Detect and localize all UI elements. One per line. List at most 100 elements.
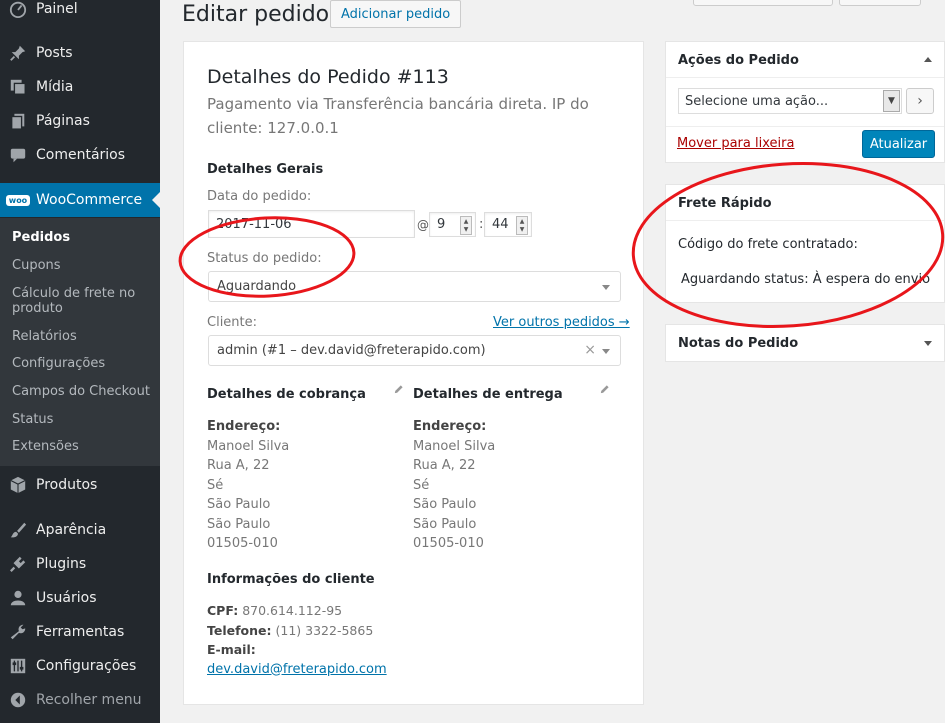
cpf-value: 870.614.112-95 [242, 603, 343, 618]
menu-item-aparencia[interactable]: Aparência [0, 513, 160, 547]
view-other-orders-link[interactable]: Ver outros pedidos → [493, 315, 630, 330]
move-to-trash-link[interactable]: Mover para lixeira [677, 136, 794, 151]
customer-label: Cliente: [207, 315, 258, 330]
menu-item-produtos[interactable]: Produtos [0, 468, 160, 502]
help-button[interactable] [839, 0, 921, 6]
submenu-item-configuracoes[interactable]: Configurações [12, 356, 152, 371]
dashboard-icon [0, 0, 36, 18]
phone-label: Telefone: [207, 622, 272, 638]
shipping-line: São Paulo [413, 497, 477, 512]
cpf-label: CPF: [207, 603, 239, 618]
order-status-value: Aguardando [217, 279, 297, 294]
divider [666, 126, 944, 127]
menu-label: Plugins [36, 556, 87, 572]
shipping-line: São Paulo [413, 516, 477, 532]
email-label: E-mail: [207, 642, 256, 657]
add-order-button[interactable]: Adicionar pedido [330, 0, 462, 28]
frete-status-value: À espera do envio [812, 272, 931, 287]
menu-label: Posts [36, 45, 73, 61]
collapse-menu-button[interactable]: Recolher menu [0, 683, 160, 717]
order-date-value: 2017-11-06 [216, 216, 292, 232]
customer-info-heading: Informações do cliente [207, 572, 375, 587]
brush-icon [0, 521, 36, 539]
menu-item-dashboard[interactable]: Painel [0, 0, 160, 26]
time-separator: : [479, 217, 484, 232]
divider [666, 77, 944, 78]
menu-item-media[interactable]: Mídia [0, 70, 160, 104]
menu-label: Comentários [36, 147, 126, 163]
customer-select[interactable]: admin (#1 – dev.david@freterapido.com) × [208, 335, 621, 366]
menu-item-ferramentas[interactable]: Ferramentas [0, 615, 160, 649]
menu-label: Produtos [36, 477, 98, 493]
order-minute-input[interactable]: 44 ▲ ▼ [484, 212, 532, 237]
user-icon [0, 589, 36, 607]
general-details-heading: Detalhes Gerais [207, 162, 324, 177]
submenu-item-status[interactable]: Status [12, 412, 152, 427]
order-actions-box: Ações do Pedido Selecione uma ação... ▼ … [665, 41, 945, 163]
order-status-label: Status do pedido: [207, 251, 322, 266]
menu-item-pages[interactable]: Páginas [0, 104, 160, 138]
phone-value: (11) 3322-5865 [275, 622, 374, 638]
shipping-line: 01505-010 [413, 536, 484, 551]
menu-label: Recolher menu [36, 692, 142, 708]
collapse-icon [0, 691, 36, 709]
frete-rapido-box: Frete Rápido Código do frete contratado:… [665, 184, 945, 303]
page-title: Editar pedido [182, 2, 330, 27]
order-action-select[interactable]: Selecione uma ação... ▼ [678, 88, 902, 114]
minute-spinner-icon[interactable]: ▲ ▼ [516, 216, 528, 235]
submenu-item-relatorios[interactable]: Relatórios [12, 329, 152, 344]
frete-status: Aguardando status: À espera do envio [681, 272, 930, 287]
menu-item-plugins[interactable]: Plugins [0, 547, 160, 581]
menu-label: Ferramentas [36, 624, 125, 640]
billing-line: Manoel Silva [207, 438, 290, 454]
customer-info: CPF: 870.614.112-95 Telefone: (11) 3322-… [207, 601, 387, 679]
shipping-address: Endereço: Manoel Silva Rua A, 22 Sé São … [413, 417, 495, 554]
shipping-line: Rua A, 22 [413, 458, 476, 473]
submenu-item-cupons[interactable]: Cupons [12, 258, 152, 273]
wrench-icon [0, 623, 36, 641]
menu-item-comments[interactable]: Comentários [0, 138, 160, 172]
plug-icon [0, 555, 36, 573]
edit-billing-pencil-icon[interactable] [393, 384, 404, 398]
order-notes-box[interactable]: Notas do Pedido [665, 324, 945, 362]
order-title: Detalhes do Pedido #113 [207, 66, 449, 88]
billing-line: São Paulo [207, 497, 271, 512]
chevron-up-icon[interactable] [924, 57, 932, 62]
billing-line: São Paulo [207, 516, 271, 532]
submenu-item-pedidos[interactable]: Pedidos [12, 230, 152, 245]
submenu-item-campos-checkout[interactable]: Campos do Checkout [12, 384, 152, 399]
update-button[interactable]: Atualizar [862, 130, 935, 158]
box-icon [0, 476, 36, 494]
shipping-line: Manoel Silva [413, 438, 496, 454]
menu-item-posts[interactable]: Posts [0, 36, 160, 70]
apply-action-button[interactable]: › [906, 88, 934, 114]
order-status-select[interactable]: Aguardando [208, 271, 621, 302]
menu-item-woocommerce[interactable]: woo WooCommerce [0, 183, 160, 217]
order-date-input[interactable]: 2017-11-06 [208, 210, 415, 238]
menu-item-usuarios[interactable]: Usuários [0, 581, 160, 615]
menu-item-configuracoes[interactable]: Configurações [0, 649, 160, 683]
current-menu-arrow [152, 192, 160, 208]
edit-shipping-pencil-icon[interactable] [599, 384, 610, 398]
page-icon [0, 112, 36, 130]
order-action-placeholder: Selecione uma ação... [685, 93, 829, 109]
order-details-panel: Detalhes do Pedido #113 Pagamento via Tr… [183, 41, 644, 705]
pin-icon [0, 44, 36, 62]
chevron-down-icon[interactable] [924, 341, 932, 346]
clear-icon[interactable]: × [584, 342, 596, 358]
order-notes-title: Notas do Pedido [678, 336, 799, 351]
frete-rapido-title: Frete Rápido [678, 196, 772, 211]
email-link[interactable]: dev.david@freterapido.com [207, 660, 387, 680]
hour-spinner-icon[interactable]: ▲ ▼ [460, 216, 472, 235]
submenu-item-extensoes[interactable]: Extensões [12, 439, 152, 454]
order-subtitle: Pagamento via Transferência bancária dir… [207, 95, 589, 137]
screen-options-button[interactable] [693, 0, 833, 6]
at-symbol: @ [417, 218, 429, 232]
media-icon [0, 78, 36, 96]
order-hour-input[interactable]: 9 ▲ ▼ [429, 212, 476, 237]
menu-label: Painel [36, 1, 78, 17]
menu-label: Usuários [36, 590, 97, 606]
chevron-down-icon [602, 349, 610, 354]
chevron-down-icon: ▼ [883, 90, 900, 112]
submenu-item-calculo-frete[interactable]: Cálculo de frete no produto [12, 286, 152, 316]
